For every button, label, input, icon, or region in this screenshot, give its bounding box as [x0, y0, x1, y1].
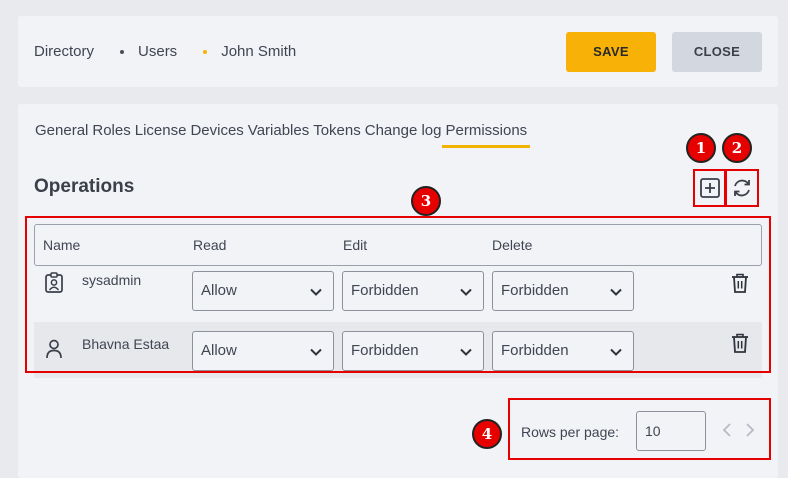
annotation-marker-1: 1: [686, 133, 716, 163]
breadcrumb-users[interactable]: Users: [138, 43, 177, 60]
annotation-marker-3: 3: [411, 186, 441, 216]
tab-bar: General Roles License Devices Variables …: [35, 122, 531, 148]
annotation-box-refresh: [725, 169, 759, 207]
breadcrumb: Directory Users John Smith: [34, 43, 296, 60]
annotation-box-table: [25, 216, 771, 373]
breadcrumb-directory[interactable]: Directory: [34, 43, 94, 60]
tab-change-log[interactable]: Change log: [365, 122, 442, 148]
annotation-box-add: [693, 169, 726, 207]
header-card: Directory Users John Smith SAVE CLOSE: [18, 16, 778, 87]
annotation-box-pagination: [508, 398, 771, 460]
annotation-marker-4: 4: [472, 419, 502, 449]
tab-roles[interactable]: Roles: [92, 122, 130, 148]
tab-general[interactable]: General: [35, 122, 88, 148]
close-button[interactable]: CLOSE: [672, 32, 762, 72]
tab-variables[interactable]: Variables: [248, 122, 309, 148]
tab-license[interactable]: License: [135, 122, 187, 148]
tab-tokens[interactable]: Tokens: [313, 122, 361, 148]
annotation-marker-2: 2: [722, 133, 752, 163]
section-title: Operations: [34, 176, 135, 197]
tab-permissions[interactable]: Permissions: [442, 122, 530, 148]
breadcrumb-separator: [120, 49, 125, 54]
breadcrumb-current: John Smith: [221, 43, 297, 60]
breadcrumb-separator-active: [203, 49, 208, 54]
save-button[interactable]: SAVE: [566, 32, 656, 72]
tab-devices[interactable]: Devices: [190, 122, 243, 148]
